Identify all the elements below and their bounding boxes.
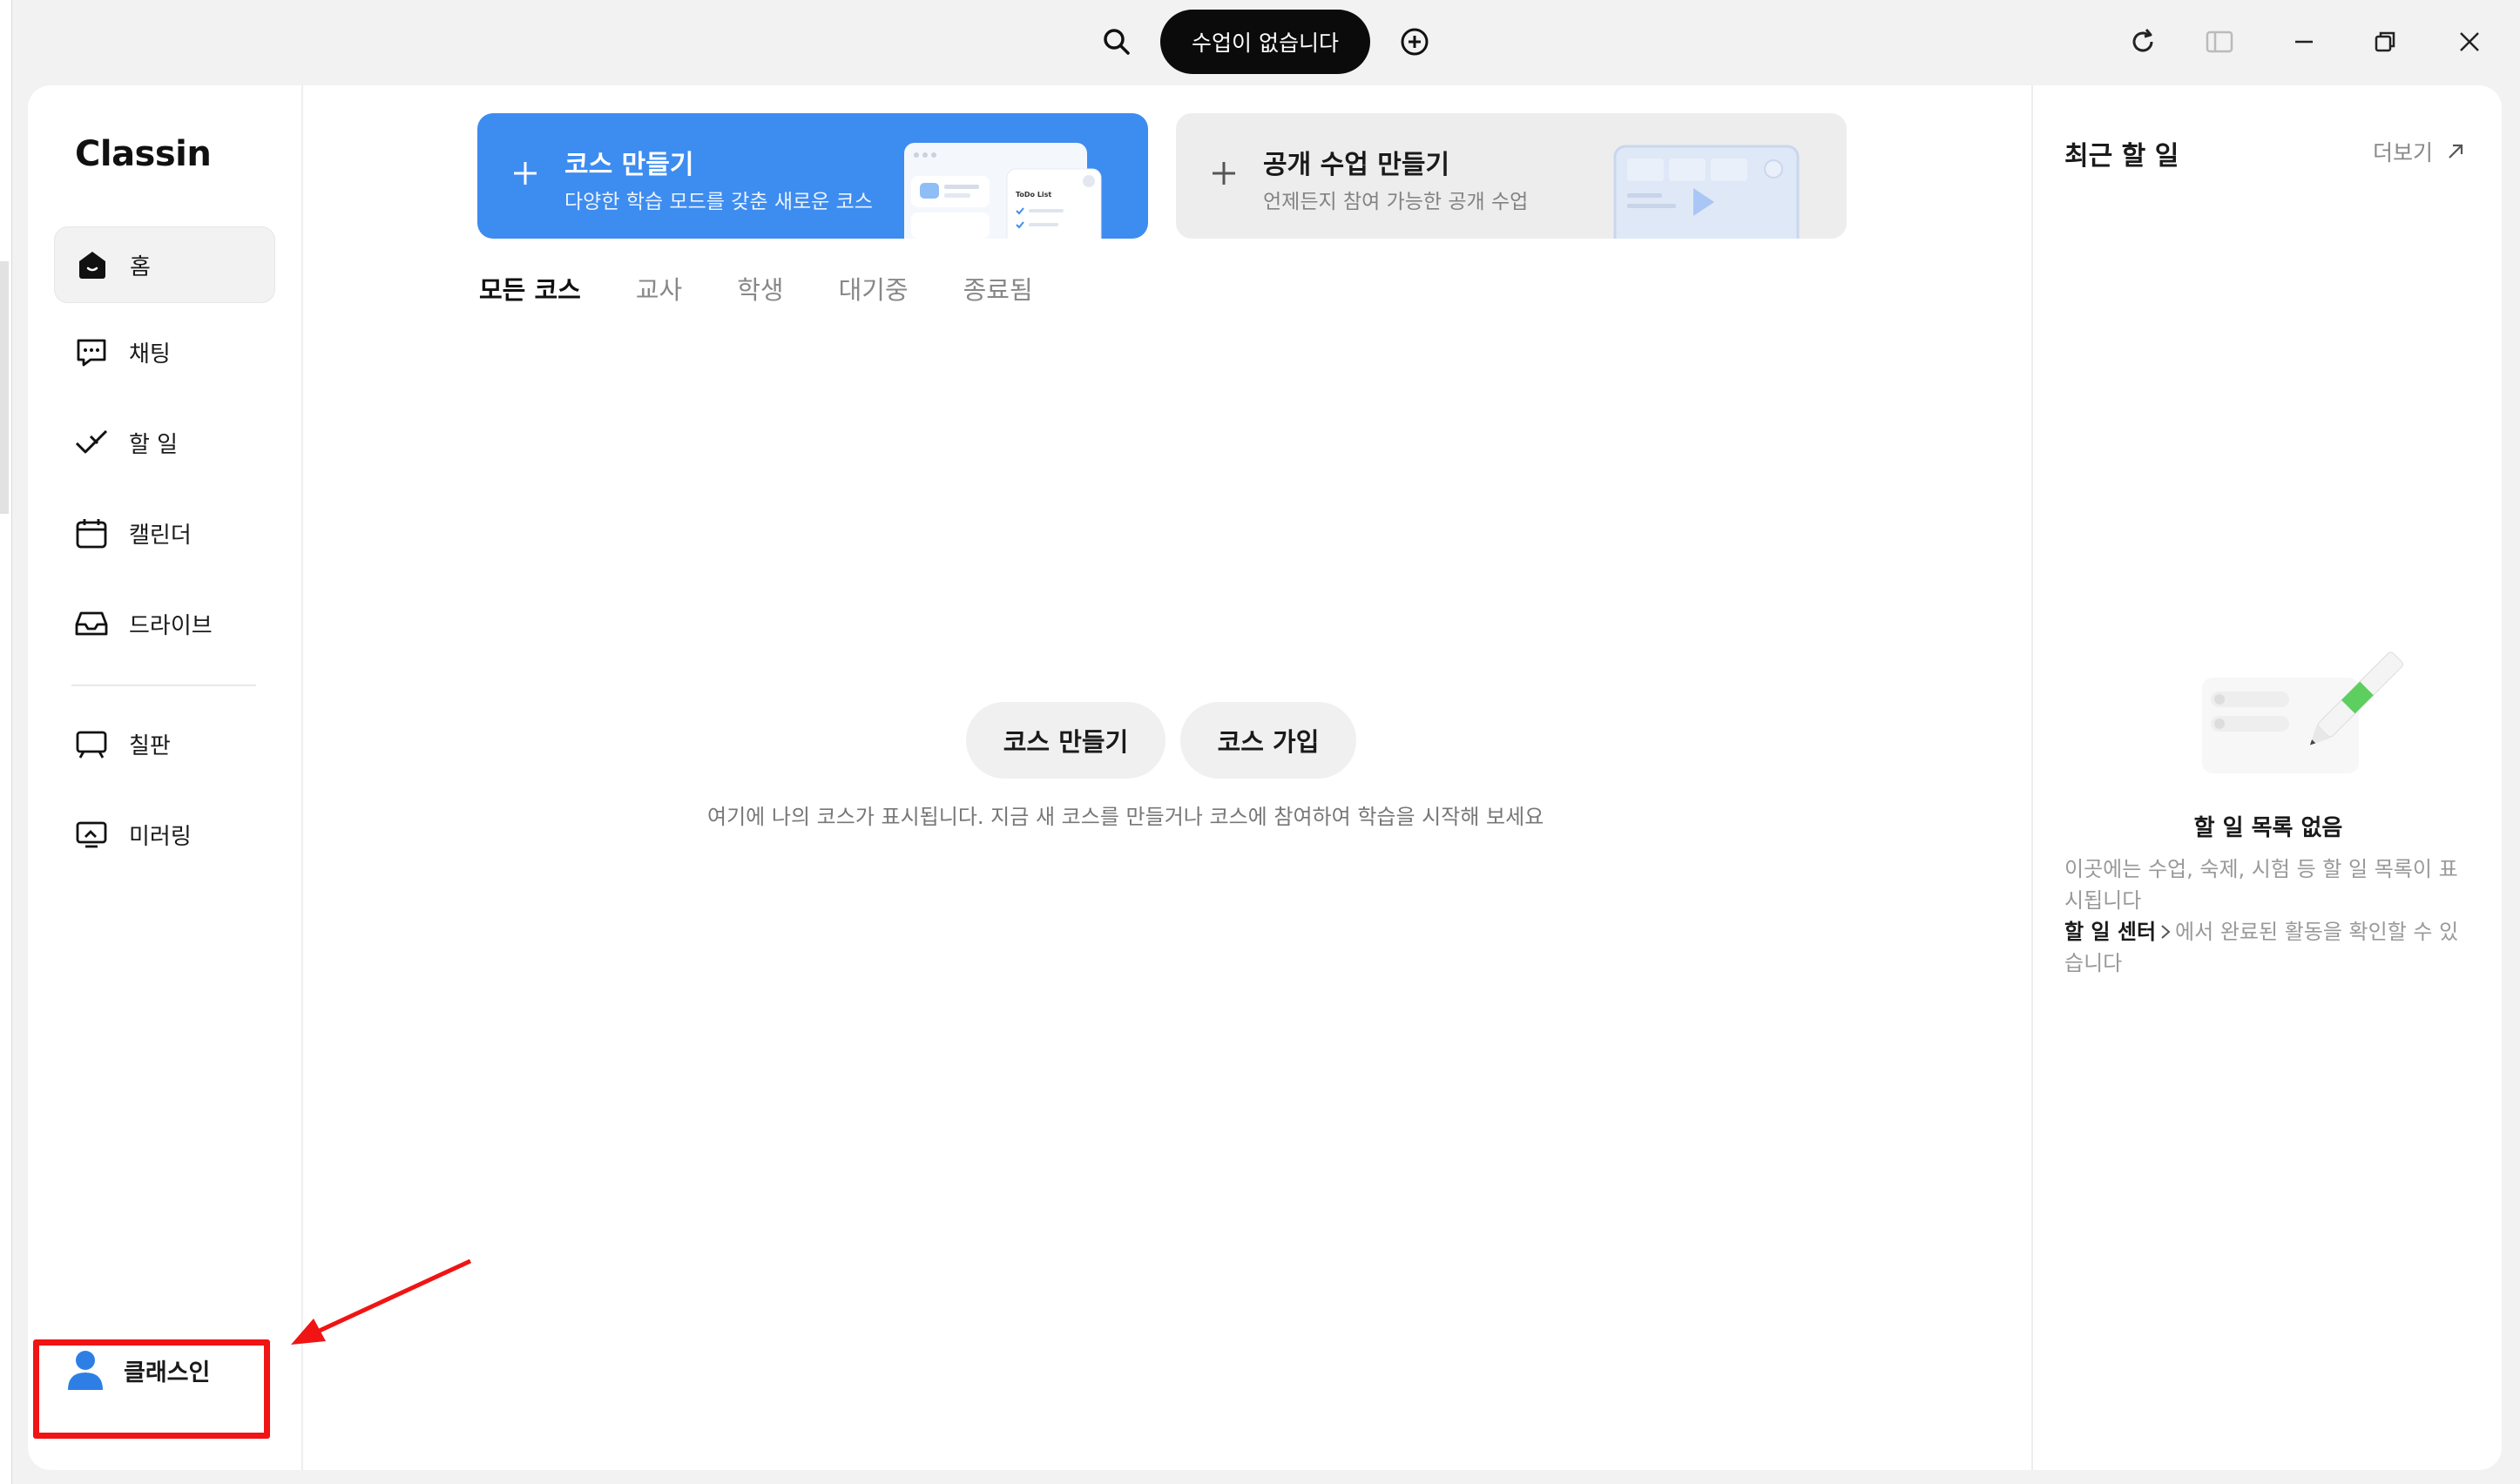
red-arrow-annotation xyxy=(291,1258,472,1345)
course-tabs: 모든 코스 교사 학생 대기중 종료됨 xyxy=(479,270,1088,307)
tab-ended[interactable]: 종료됨 xyxy=(963,270,1033,307)
tab-all-courses[interactable]: 모든 코스 xyxy=(479,270,581,307)
sidebar-item-drive[interactable]: 드라이브 xyxy=(54,585,275,662)
sidebar-item-blackboard[interactable]: 칠판 xyxy=(54,705,275,782)
empty-todo-illustration xyxy=(2202,651,2403,773)
close-icon[interactable] xyxy=(2452,24,2487,59)
sidebar-item-label: 할 일 xyxy=(129,431,179,458)
public-class-illustration xyxy=(1613,145,1800,239)
title-bar: 수업이 없습니다 xyxy=(0,0,2520,84)
sidebar-item-label: 채팅 xyxy=(129,341,171,368)
drive-icon xyxy=(75,611,108,636)
empty-todo-desc-line1: 이곳에는 수업, 숙제, 시험 등 할 일 목록이 표시됩니다 xyxy=(2064,857,2458,913)
course-illustration: ToDo List xyxy=(904,143,1102,239)
background-scrollbar xyxy=(0,261,9,514)
sidebar-item-label: 미러링 xyxy=(129,823,192,850)
todo-center-link[interactable]: 할 일 센터 xyxy=(2064,920,2156,944)
app-logo: Classin xyxy=(75,134,212,174)
tab-student[interactable]: 학생 xyxy=(737,270,783,307)
sidebar-item-calendar[interactable]: 캘린더 xyxy=(54,495,275,571)
calendar-icon xyxy=(76,519,107,549)
plus-icon xyxy=(1213,162,1235,185)
add-circle-icon[interactable] xyxy=(1397,24,1432,59)
tab-teacher[interactable]: 교사 xyxy=(636,270,682,307)
recent-todo-panel: 최근 할 일 더보기 할 일 목록 없음 이곳에는 수업, 숙제, 시험 등 할… xyxy=(2031,85,2502,1470)
sidebar: Classin 홈 채팅 할 일 캘린더 드라이브 칠판 미러링 클래스인 xyxy=(28,85,303,1470)
highlight-box-annotation xyxy=(33,1339,270,1439)
more-link[interactable]: 더보기 xyxy=(2373,136,2466,167)
sidebar-divider xyxy=(71,685,256,686)
plus-icon xyxy=(514,162,537,185)
create-course-card[interactable]: 코스 만들기 다양한 학습 모드를 갖춘 새로운 코스 ToDo List xyxy=(477,113,1148,239)
chat-icon xyxy=(77,339,106,367)
todo-list-illus-label: ToDo List xyxy=(1016,191,1051,199)
refresh-icon[interactable] xyxy=(2125,24,2160,59)
create-course-subtitle: 다양한 학습 모드를 갖춘 새로운 코스 xyxy=(564,191,873,213)
sidebar-toggle-icon[interactable] xyxy=(2204,26,2235,57)
create-course-title: 코스 만들기 xyxy=(564,150,694,180)
blackboard-icon xyxy=(76,731,107,759)
create-public-class-title: 공개 수업 만들기 xyxy=(1263,150,1450,180)
sidebar-item-label: 칠판 xyxy=(129,732,171,759)
empty-courses-message: 여기에 나의 코스가 표시됩니다. 지금 새 코스를 만들거나 코스에 참여하여… xyxy=(707,805,1544,829)
sidebar-item-chat[interactable]: 채팅 xyxy=(54,314,275,390)
search-icon[interactable] xyxy=(1099,24,1134,59)
sidebar-item-label: 캘린더 xyxy=(129,522,192,549)
sidebar-item-label: 드라이브 xyxy=(129,612,213,639)
join-course-button[interactable]: 코스 가입 xyxy=(1180,702,1356,779)
background-window-edge xyxy=(0,0,12,1484)
chevron-right-icon xyxy=(2161,925,2171,939)
empty-todo-description: 이곳에는 수업, 숙제, 시험 등 할 일 목록이 표시됩니다 할 일 센터 에서… xyxy=(2064,853,2474,979)
more-link-label: 더보기 xyxy=(2373,140,2434,165)
minimize-icon[interactable] xyxy=(2287,24,2321,59)
create-public-class-subtitle: 언제든지 참여 가능한 공개 수업 xyxy=(1263,191,1529,213)
maximize-icon[interactable] xyxy=(2368,24,2402,59)
create-course-button[interactable]: 코스 만들기 xyxy=(966,702,1165,779)
mirroring-icon xyxy=(76,821,107,848)
home-icon xyxy=(79,252,105,279)
class-status-pill[interactable]: 수업이 없습니다 xyxy=(1160,10,1370,74)
recent-todo-title: 최근 할 일 xyxy=(2064,141,2179,172)
tab-pending[interactable]: 대기중 xyxy=(839,270,909,307)
empty-todo-title: 할 일 목록 없음 xyxy=(2193,815,2343,841)
sidebar-item-todo[interactable]: 할 일 xyxy=(54,404,275,481)
external-arrow-icon xyxy=(2449,144,2463,159)
sidebar-item-label: 홈 xyxy=(130,253,151,280)
sidebar-item-home[interactable]: 홈 xyxy=(54,226,275,303)
create-public-class-card[interactable]: 공개 수업 만들기 언제든지 참여 가능한 공개 수업 xyxy=(1176,113,1847,239)
todo-check-icon xyxy=(75,429,108,454)
sidebar-item-mirroring[interactable]: 미러링 xyxy=(54,796,275,873)
